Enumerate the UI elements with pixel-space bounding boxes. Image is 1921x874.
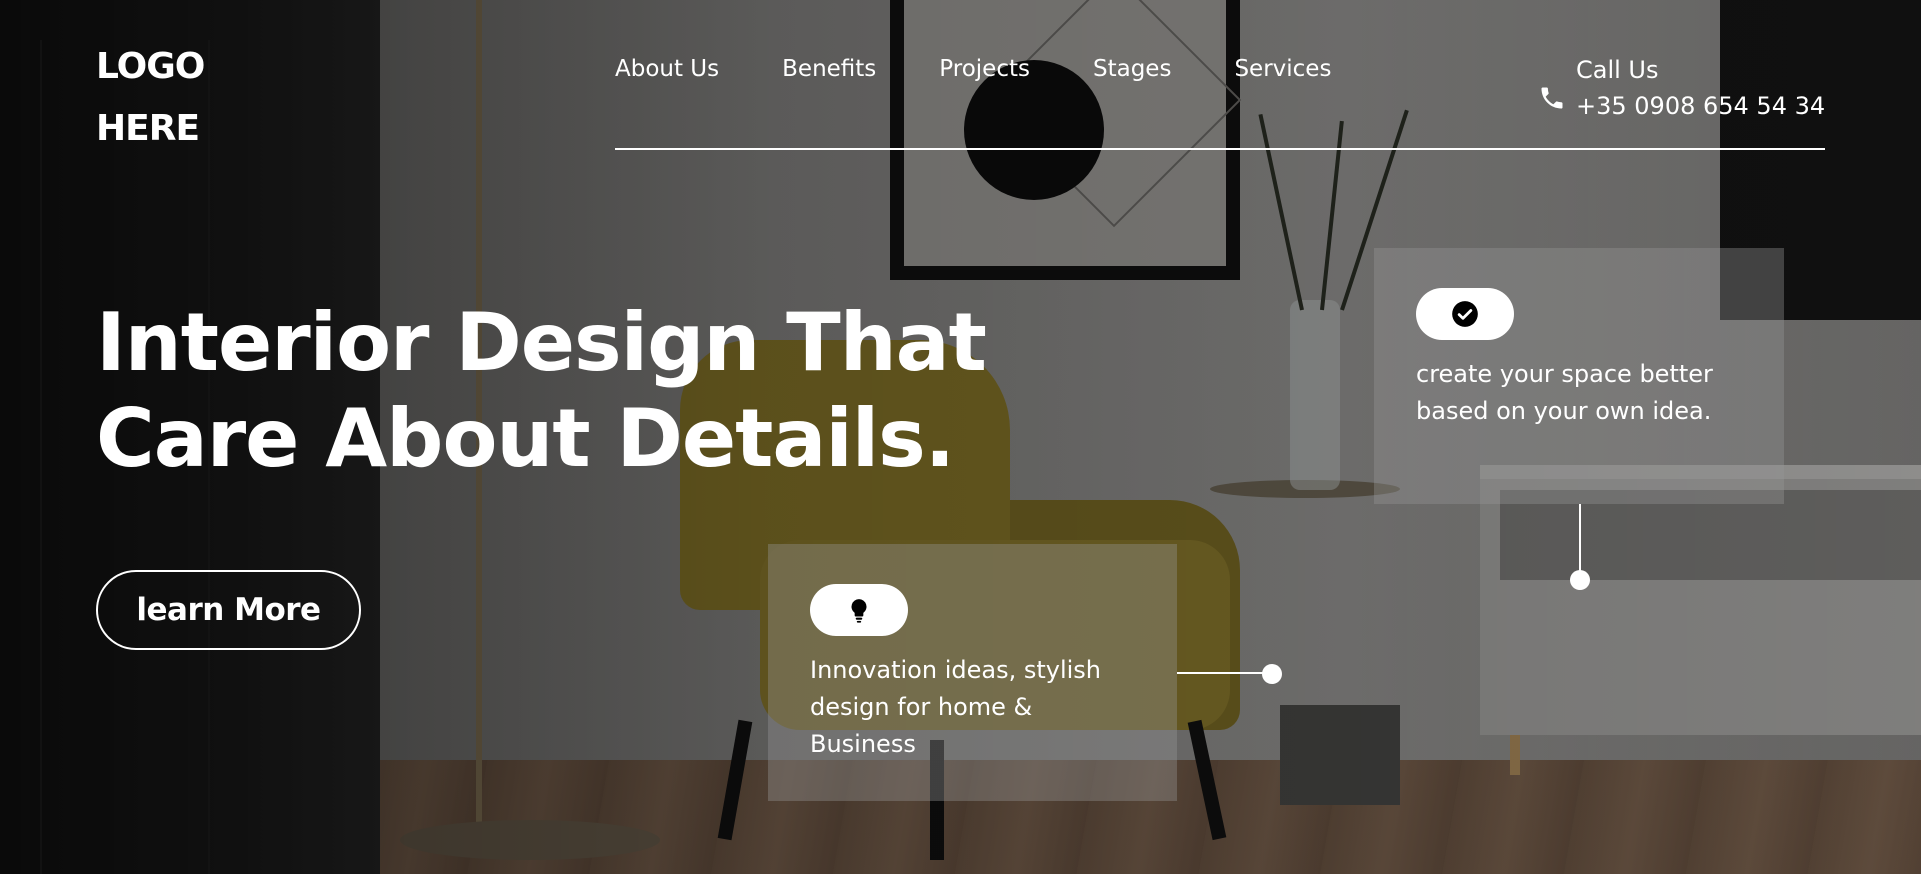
hero-headline-line-2: Care About Details.	[96, 392, 955, 485]
phone-icon	[1541, 87, 1563, 109]
lightbulb-icon	[851, 599, 867, 623]
nav-link-about-us[interactable]: About Us	[615, 56, 719, 82]
nav-divider	[615, 148, 1825, 150]
hotspot-dot[interactable]	[1570, 570, 1590, 590]
learn-more-button[interactable]: learn More	[96, 570, 361, 650]
feature-card-custom-space: create your space better based on your o…	[1374, 248, 1784, 504]
logo-line-1: LOGO	[96, 46, 205, 87]
hotspot-connector-line	[1579, 504, 1581, 578]
main-nav: About Us Benefits Projects Stages Servic…	[615, 56, 1331, 82]
hero-headline-line-1: Interior Design That	[96, 296, 987, 389]
nav-link-services[interactable]: Services	[1234, 56, 1331, 82]
contact-text: Call Us +35 0908 654 54 34	[1576, 52, 1825, 124]
logo-line-2: HERE	[96, 108, 200, 149]
hotspot-connector-line	[1177, 672, 1269, 674]
contact-block[interactable]: Call Us +35 0908 654 54 34	[1538, 52, 1825, 124]
hotspot-dot[interactable]	[1262, 664, 1282, 684]
feature-text: Innovation ideas, stylish design for hom…	[810, 656, 1101, 758]
contact-label: Call Us	[1576, 56, 1659, 84]
feature-icon-pill	[810, 584, 908, 636]
nav-link-stages[interactable]: Stages	[1093, 56, 1171, 82]
feature-card-innovation: Innovation ideas, stylish design for hom…	[768, 544, 1177, 801]
nav-link-projects[interactable]: Projects	[939, 56, 1030, 82]
check-circle-icon	[1452, 301, 1478, 327]
hero-headline: Interior Design That Care About Details.	[96, 295, 996, 487]
hero-section: LOGO HERE About Us Benefits Projects Sta…	[0, 0, 1921, 874]
feature-icon-pill	[1416, 288, 1514, 340]
contact-phone-number[interactable]: +35 0908 654 54 34	[1576, 88, 1825, 124]
logo[interactable]: LOGO HERE	[96, 36, 276, 160]
feature-text: create your space better based on your o…	[1416, 360, 1713, 425]
nav-link-benefits[interactable]: Benefits	[782, 56, 876, 82]
